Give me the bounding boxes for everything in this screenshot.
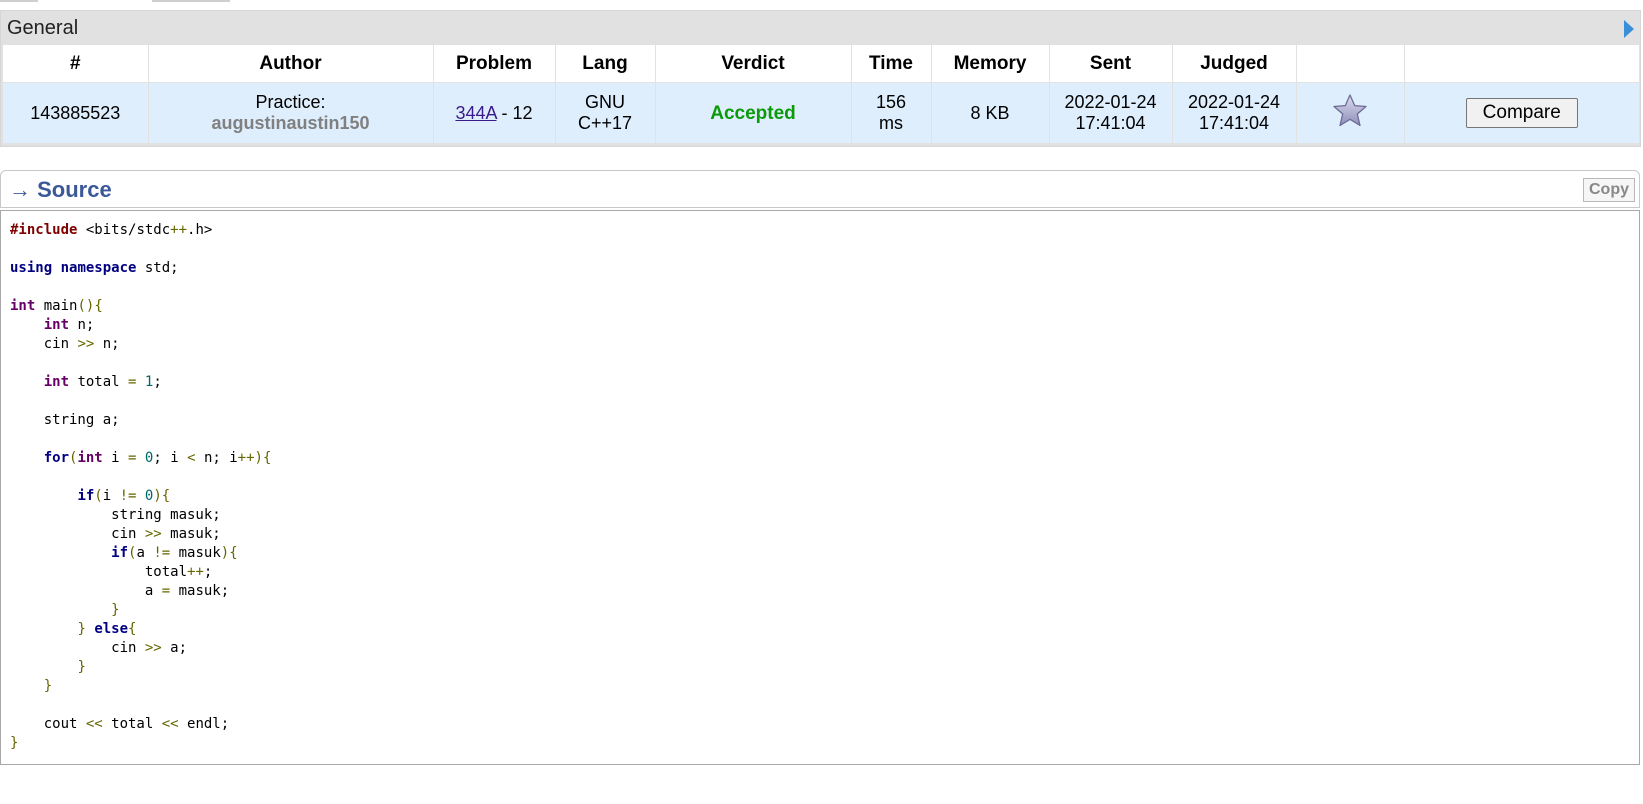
sent-time: 17:41:04 [1075, 113, 1146, 133]
col-header-sent: Sent [1049, 45, 1173, 83]
code-line: total++; [10, 564, 213, 580]
source-code: #include <bits/stdc++.h> using namespace… [1, 211, 1639, 753]
expand-arrow-icon[interactable] [1624, 20, 1634, 38]
judged-date: 2022-01-24 [1187, 92, 1281, 112]
col-header-time: Time [851, 45, 932, 83]
col-header-id: # [3, 45, 149, 83]
top-tabs [0, 0, 1643, 2]
table-header-row: # Author Problem Lang Verdict Time Memor… [3, 45, 1639, 83]
code-line: int total = 1; [43, 374, 162, 390]
col-header-problem: Problem [433, 45, 556, 83]
code-line: int main(){ [10, 298, 103, 314]
copy-button[interactable]: Copy [1583, 178, 1635, 202]
code-line: } [77, 659, 86, 675]
col-header-judged: Judged [1172, 45, 1297, 83]
memory-cell: 8 KB [931, 82, 1050, 143]
tab-indicator[interactable] [152, 0, 230, 2]
general-panel: General # Author Problem Lang Verdict Ti… [0, 10, 1641, 147]
code-line: #include <bits/stdc++.h> [10, 222, 213, 238]
problem-suffix: - 12 [496, 102, 533, 123]
col-header-compare [1404, 45, 1639, 83]
lang-cell: GNU C++17 [555, 82, 656, 143]
submission-id: 143885523 [3, 82, 149, 143]
verdict-cell: Accepted [655, 82, 852, 143]
verdict-status: Accepted [710, 102, 796, 124]
sent-cell: 2022-01-24 17:41:04 [1049, 82, 1173, 143]
favourite-cell [1296, 82, 1405, 143]
code-line: } [10, 735, 19, 751]
col-header-favourite [1296, 45, 1405, 83]
lang-line2: C++17 [577, 113, 633, 133]
time-unit: ms [879, 113, 903, 133]
lang-line1: GNU [585, 92, 625, 112]
compare-button[interactable]: Compare [1465, 98, 1578, 128]
code-line: cin >> masuk; [10, 526, 221, 542]
col-header-author: Author [148, 45, 434, 83]
judged-time: 17:41:04 [1198, 113, 1270, 133]
judged-cell: 2022-01-24 17:41:04 [1172, 82, 1297, 143]
star-icon[interactable] [1332, 93, 1368, 129]
tab-indicator[interactable] [0, 0, 38, 2]
table-row: 143885523 Practice: augustinaustin150 34… [3, 82, 1639, 143]
submission-table: # Author Problem Lang Verdict Time Memor… [3, 45, 1639, 143]
code-line: cin >> a; [10, 640, 188, 656]
time-cell: 156 ms [851, 82, 932, 143]
code-line: int n; [43, 317, 95, 333]
author-handle-link[interactable]: augustinaustin150 [149, 113, 433, 134]
problem-cell: 344A - 12 [433, 82, 556, 143]
col-header-lang: Lang [555, 45, 656, 83]
general-header: General [1, 11, 1640, 44]
code-line: cout << total << endl; [10, 716, 230, 732]
col-header-memory: Memory [931, 45, 1050, 83]
code-line: cin >> n; [10, 336, 120, 352]
general-title: General [7, 17, 79, 39]
author-cell: Practice: augustinaustin150 [148, 82, 434, 143]
code-line: for(int i = 0; i < n; i++){ [43, 450, 272, 466]
problem-link[interactable]: 344A [455, 103, 496, 123]
arrow-right-icon: → [9, 177, 31, 202]
author-type: Practice: [255, 92, 326, 112]
sent-date: 2022-01-24 [1064, 92, 1157, 112]
code-line: } [111, 602, 120, 618]
compare-cell: Compare [1404, 82, 1639, 143]
code-line: string a; [10, 412, 120, 428]
source-title: → Source [9, 177, 112, 203]
source-header: → Source Copy [0, 170, 1640, 208]
code-line: string masuk; [10, 507, 221, 523]
code-line: a = masuk; [10, 583, 230, 599]
code-line: } else{ [77, 621, 137, 637]
code-line: using namespace std; [10, 260, 179, 276]
source-code-panel[interactable]: #include <bits/stdc++.h> using namespace… [0, 210, 1640, 765]
code-line: } [43, 678, 53, 694]
code-line: if(a != masuk){ [111, 545, 238, 561]
code-line: if(i != 0){ [77, 488, 171, 504]
source-title-text: Source [37, 177, 112, 202]
time-value: 156 [875, 92, 907, 112]
col-header-verdict: Verdict [655, 45, 852, 83]
